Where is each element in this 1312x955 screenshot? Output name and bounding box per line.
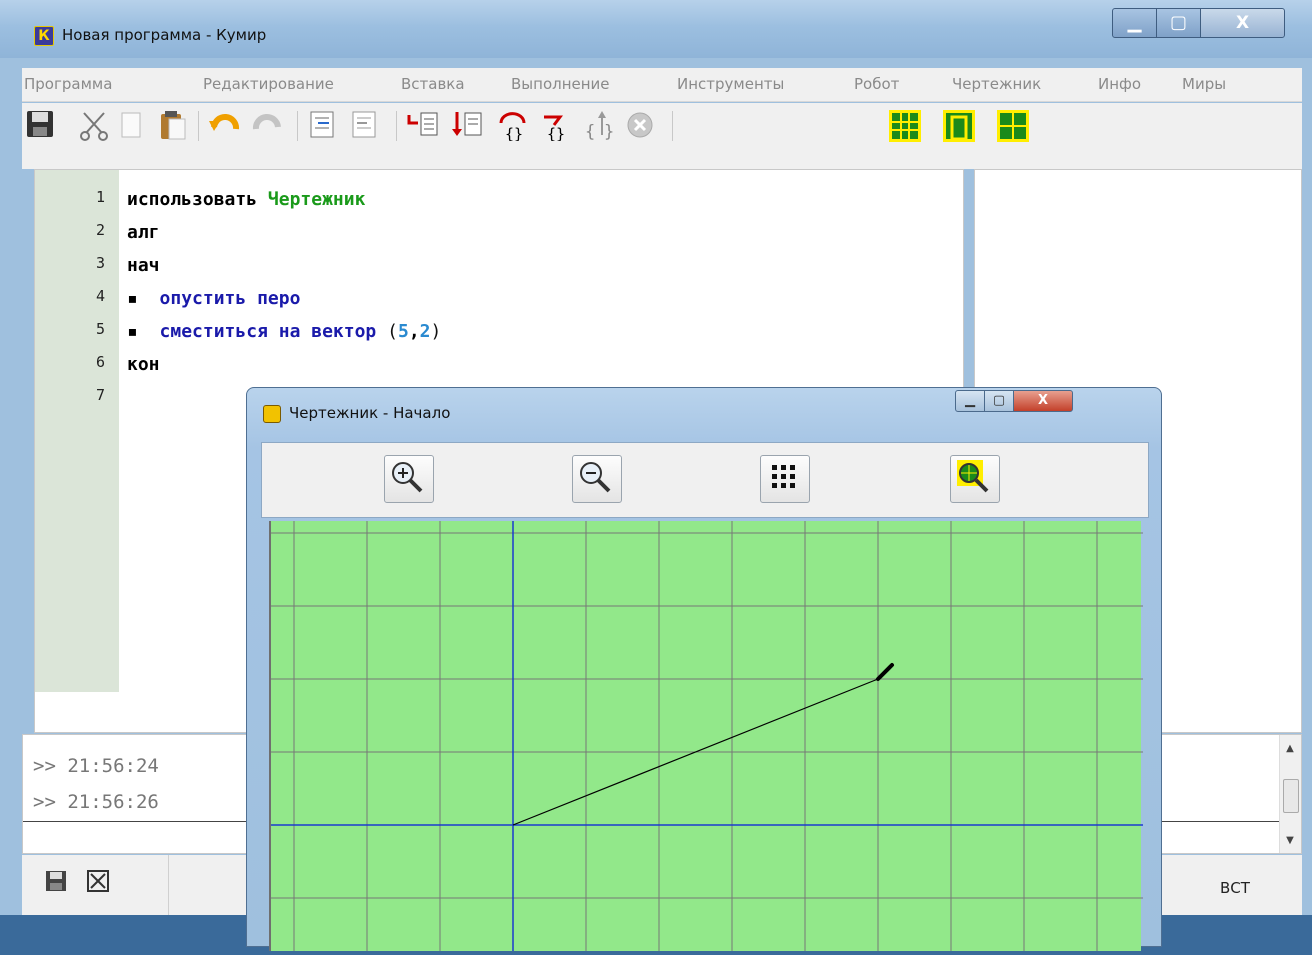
menu-run[interactable]: Выполнение bbox=[511, 75, 610, 93]
console-scrollbar[interactable]: ▲ ▼ bbox=[1279, 735, 1301, 853]
code-line[interactable]: нач bbox=[127, 255, 160, 276]
line-number: 1 bbox=[95, 188, 105, 206]
grid-button[interactable] bbox=[760, 455, 810, 503]
svg-text:{}: {} bbox=[547, 125, 565, 141]
code-line[interactable]: кон bbox=[127, 354, 160, 375]
step-over-icon[interactable]: {} bbox=[538, 109, 570, 143]
line-number: 7 bbox=[95, 386, 105, 404]
indent-marker: ▪ bbox=[127, 321, 138, 342]
scroll-up-icon[interactable]: ▲ bbox=[1282, 743, 1298, 757]
close-paren: ) bbox=[430, 321, 442, 342]
cut-icon[interactable] bbox=[78, 109, 110, 141]
copy-icon[interactable] bbox=[116, 109, 148, 141]
console-line: >> 21:56:26 bbox=[33, 791, 159, 813]
step-into-icon[interactable]: {} bbox=[496, 109, 528, 143]
menu-program[interactable]: Программа bbox=[24, 75, 112, 93]
title-bar[interactable]: К Новая программа - Кумир ▁ ▢ X bbox=[0, 0, 1312, 58]
line-number: 3 bbox=[95, 254, 105, 272]
zoom-out-button[interactable] bbox=[572, 455, 622, 503]
keyword: нач bbox=[127, 255, 160, 276]
code-line[interactable]: алг bbox=[127, 222, 160, 243]
menu-robot[interactable]: Робот bbox=[854, 75, 899, 93]
redo-icon[interactable] bbox=[250, 109, 282, 141]
drawer-minimize-button[interactable]: ▁ bbox=[955, 390, 985, 412]
indent-marker: ▪ bbox=[127, 288, 138, 309]
scroll-down-icon[interactable]: ▼ bbox=[1282, 835, 1298, 849]
zoom-in-icon bbox=[392, 462, 423, 493]
status-divider bbox=[168, 855, 169, 915]
open-paren: ( bbox=[387, 321, 398, 342]
pen-icon bbox=[876, 663, 894, 681]
drawer-toolbar bbox=[261, 442, 1149, 518]
menu-edit[interactable]: Редактирование bbox=[203, 75, 334, 93]
code-line[interactable]: ▪ опустить перо bbox=[127, 288, 300, 309]
drawing-canvas[interactable] bbox=[269, 521, 1143, 951]
keyword: алг bbox=[127, 222, 160, 243]
console-line: >> 21:56:24 bbox=[33, 755, 159, 777]
zoom-out-icon bbox=[580, 462, 611, 493]
fit-view-icon bbox=[957, 460, 989, 493]
menu-info[interactable]: Инфо bbox=[1098, 75, 1141, 93]
zoom-in-button[interactable] bbox=[384, 455, 434, 503]
scroll-thumb[interactable] bbox=[1283, 779, 1299, 813]
window-title: Новая программа - Кумир bbox=[62, 26, 267, 44]
drawer-close-button[interactable]: X bbox=[1013, 390, 1073, 412]
svg-text:{}: {} bbox=[505, 125, 523, 141]
robot-grid-icon[interactable] bbox=[888, 109, 921, 142]
module-name: Чертежник bbox=[267, 189, 366, 210]
code-line[interactable]: ▪ сместиться на вектор (5,2) bbox=[127, 321, 441, 342]
drawer-maximize-button[interactable]: ▢ bbox=[984, 390, 1014, 412]
step-out-icon[interactable]: {} bbox=[582, 109, 614, 142]
indent-icon[interactable] bbox=[306, 109, 338, 141]
menu-worlds[interactable]: Миры bbox=[1182, 75, 1226, 93]
drawing-surface bbox=[271, 521, 1143, 951]
close-button[interactable]: X bbox=[1200, 8, 1285, 38]
stop-icon[interactable] bbox=[624, 109, 656, 141]
svg-text:{: { bbox=[585, 122, 595, 141]
minimize-button[interactable]: ▁ bbox=[1112, 8, 1157, 38]
drawer-app-icon bbox=[263, 405, 281, 423]
keyword: использовать bbox=[127, 189, 258, 210]
paste-icon[interactable] bbox=[156, 109, 188, 141]
comma: , bbox=[408, 321, 420, 342]
drawer-axes-icon[interactable] bbox=[996, 109, 1029, 142]
line-number: 5 bbox=[95, 320, 105, 338]
drawer-frame-icon[interactable] bbox=[942, 109, 975, 142]
menu-bar: Программа Редактирование Вставка Выполне… bbox=[22, 68, 1302, 102]
argument: 5 bbox=[397, 321, 409, 342]
code-line[interactable]: использовать Чертежник bbox=[127, 189, 365, 210]
toolbar: {} {} {} bbox=[22, 103, 1302, 169]
command: сместиться на вектор bbox=[159, 321, 377, 342]
argument: 2 bbox=[419, 321, 431, 342]
command: опустить перо bbox=[159, 288, 301, 309]
menu-drawer[interactable]: Чертежник bbox=[952, 75, 1041, 93]
line-number: 2 bbox=[95, 221, 105, 239]
line-number: 6 bbox=[95, 353, 105, 371]
undo-icon[interactable] bbox=[208, 109, 240, 141]
run-icon[interactable] bbox=[406, 109, 438, 141]
svg-text:}: } bbox=[604, 122, 614, 141]
save-output-icon[interactable] bbox=[44, 869, 68, 897]
fit-view-button[interactable] bbox=[950, 455, 1000, 503]
menu-insert[interactable]: Вставка bbox=[401, 75, 465, 93]
menu-tools[interactable]: Инструменты bbox=[677, 75, 784, 93]
maximize-button[interactable]: ▢ bbox=[1156, 8, 1201, 38]
drawer-window-title: Чертежник - Начало bbox=[289, 404, 451, 422]
kumir-app-icon: К bbox=[34, 26, 54, 46]
keyword: кон bbox=[127, 354, 160, 375]
line-number-gutter: 1 2 3 4 5 6 7 bbox=[35, 170, 119, 692]
grid-icon bbox=[772, 465, 795, 488]
step-icon[interactable] bbox=[450, 109, 482, 141]
clear-output-icon[interactable] bbox=[86, 869, 110, 897]
insert-mode-indicator: ВСТ bbox=[1220, 879, 1250, 897]
line-number: 4 bbox=[95, 287, 105, 305]
save-icon[interactable] bbox=[24, 109, 56, 141]
unindent-icon[interactable] bbox=[348, 109, 380, 141]
drawer-window[interactable]: Чертежник - Начало ▁ ▢ X bbox=[246, 387, 1162, 951]
